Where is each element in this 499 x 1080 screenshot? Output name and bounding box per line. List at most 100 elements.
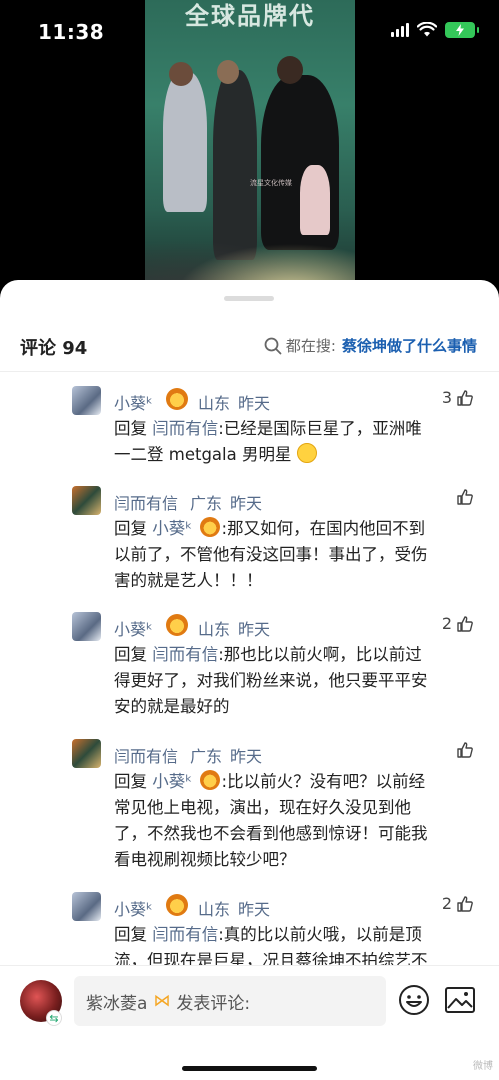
- reply-location: 广东: [190, 747, 223, 766]
- lion-emoji: [166, 614, 188, 636]
- avatar[interactable]: [72, 386, 101, 415]
- reply-author[interactable]: 闫而有信: [114, 743, 178, 767]
- like-button[interactable]: [452, 488, 474, 506]
- reply-text: 回复 小葵ᵏ :比以前火？没有吧？以前经 常见他上电视，演出，现在好久没见到他 …: [114, 769, 474, 873]
- bow-icon: ⋈: [153, 991, 171, 1011]
- reply-text: 回复 小葵ᵏ :那又如何，在国内他回不到 以前了，不管他有没这回事！事出了，受伤…: [114, 516, 474, 594]
- status-bar: 11:38: [0, 0, 499, 62]
- avatar[interactable]: [72, 892, 101, 921]
- reply-location: 山东: [198, 394, 231, 413]
- refresh-badge-icon: ⇆: [46, 1010, 62, 1026]
- thumbs-up-icon: [457, 895, 473, 912]
- comment-composer-bar: ⇆ 紫冰菱a ⋈ 发表评论: 微博: [0, 965, 499, 1080]
- like-button[interactable]: 3: [442, 388, 474, 407]
- composer-username: 紫冰菱a: [86, 993, 148, 1014]
- reply-time: 昨天: [238, 620, 271, 639]
- reply-line: 得更好了，对我们粉丝来说，他只要平平安: [114, 671, 428, 690]
- like-button[interactable]: 2: [442, 614, 474, 633]
- like-count: 3: [441, 388, 452, 407]
- cellular-signal-icon: [391, 23, 409, 37]
- like-count: 2: [441, 894, 452, 913]
- reply-time: 昨天: [238, 394, 271, 413]
- figure-pink: [300, 165, 330, 235]
- avatar[interactable]: [72, 739, 101, 768]
- reply-line: 害的就是艺人！！！: [114, 571, 263, 590]
- lion-emoji: [199, 517, 220, 537]
- reply-location: 山东: [198, 900, 231, 919]
- search-icon: [264, 337, 282, 354]
- reply-item[interactable]: 小葵ᵏ 山东 昨天 2 回复 闫而有信:真的比以前火哦，以前是顶 流，但现在是巨…: [72, 892, 482, 974]
- trending-search[interactable]: 都在搜: 蔡徐坤做了什么事情: [264, 335, 477, 356]
- thumbs-up-icon: [457, 615, 473, 632]
- sheet-grabber[interactable]: [224, 296, 274, 301]
- avatar[interactable]: [72, 612, 101, 641]
- reply-author[interactable]: 小葵ᵏ: [114, 896, 153, 920]
- search-prefix: 都在搜:: [285, 337, 336, 355]
- reply-author[interactable]: 小葵ᵏ: [114, 390, 153, 414]
- search-query[interactable]: 蔡徐坤做了什么事情: [342, 335, 477, 356]
- reply-line: :比以前火？没有吧？以前经: [221, 772, 426, 791]
- lion-emoji: [166, 388, 188, 410]
- status-icons: [391, 22, 479, 38]
- like-button[interactable]: 2: [442, 894, 474, 913]
- reply-line: 一二登 metgala 男明星: [114, 445, 292, 464]
- comment-header: 评论 94 都在搜: 蔡徐坤做了什么事情: [0, 328, 499, 368]
- reply-line: 以前了，不管他有没这回事！事出了，受伤: [114, 545, 428, 564]
- reply-time: 昨天: [230, 747, 263, 766]
- like-count: 2: [441, 614, 452, 633]
- figure-head: [169, 62, 193, 86]
- lion-emoji: [199, 770, 220, 790]
- battery-charging-icon: [445, 22, 479, 38]
- reply-mention[interactable]: 小葵ᵏ: [152, 772, 192, 791]
- reply-mention[interactable]: 小葵ᵏ: [152, 519, 192, 538]
- like-button[interactable]: [452, 741, 474, 759]
- image-icon[interactable]: [444, 986, 476, 1014]
- thumbs-up-icon: [457, 742, 473, 758]
- reply-author[interactable]: 小葵ᵏ: [114, 616, 153, 640]
- reply-item[interactable]: 闫而有信 广东 昨天 回复 小葵ᵏ :比以前火？没有吧？以前经 常见他上电视，演…: [72, 739, 482, 873]
- reply-mention[interactable]: 闫而有信: [152, 925, 218, 944]
- reply-item[interactable]: 小葵ᵏ 山东 昨天 3 回复 闫而有信:已经是国际巨星了，亚洲唯 一二登 met…: [72, 386, 482, 468]
- reply-location: 山东: [198, 620, 231, 639]
- comment-sheet: 评论 94 都在搜: 蔡徐坤做了什么事情 小葵ᵏ 山东 昨天 3 回复 闫而有信…: [0, 280, 499, 1080]
- reply-mention[interactable]: 闫而有信: [152, 419, 218, 438]
- lion-emoji: [166, 894, 188, 916]
- comment-input[interactable]: 紫冰菱a ⋈ 发表评论:: [74, 976, 386, 1026]
- reply-prefix: 回复: [114, 772, 147, 791]
- avatar[interactable]: [72, 486, 101, 515]
- comment-count: 评论 94: [20, 338, 88, 359]
- grin-emoji: [296, 443, 317, 463]
- reply-time: 昨天: [230, 494, 263, 513]
- figure-head: [217, 60, 239, 84]
- reply-item[interactable]: 小葵ᵏ 山东 昨天 2 回复 闫而有信:那也比以前火啊，比以前过 得更好了，对我…: [72, 612, 482, 720]
- reply-text: 回复 闫而有信:已经是国际巨星了，亚洲唯 一二登 metgala 男明星: [114, 416, 474, 468]
- reply-author[interactable]: 闫而有信: [114, 490, 178, 514]
- reply-prefix: 回复: [114, 925, 147, 944]
- reply-prefix: 回复: [114, 645, 147, 664]
- reply-mention[interactable]: 闫而有信: [152, 645, 218, 664]
- wifi-icon: [417, 22, 437, 37]
- header-divider: [0, 371, 499, 372]
- thumbs-up-icon: [457, 489, 473, 505]
- reply-line: :那也比以前火啊，比以前过: [218, 645, 422, 664]
- weibo-watermark: 微博: [473, 1061, 493, 1072]
- reply-line: 安的就是最好的: [114, 697, 230, 716]
- reply-line: 看电视刷视频比较少吧？: [114, 850, 296, 869]
- reply-line: :那又如何，在国内他回不到: [221, 519, 426, 538]
- thumbs-up-icon: [457, 389, 473, 406]
- reply-time: 昨天: [238, 900, 271, 919]
- reply-prefix: 回复: [114, 419, 147, 438]
- reply-line: :已经是国际巨星了，亚洲唯: [218, 419, 422, 438]
- emoji-icon[interactable]: [398, 984, 430, 1016]
- status-time: 11:38: [38, 20, 105, 44]
- video-watermark: 流星文化传媒: [250, 179, 292, 187]
- reply-line: :真的比以前火哦，以前是顶: [218, 925, 422, 944]
- reply-item[interactable]: 闫而有信 广东 昨天 回复 小葵ᵏ :那又如何，在国内他回不到 以前了，不管他有…: [72, 486, 482, 594]
- reply-line: 了，不然我也不会看到他感到惊讶！可能我: [114, 824, 428, 843]
- reply-text: 回复 闫而有信:那也比以前火啊，比以前过 得更好了，对我们粉丝来说，他只要平平安…: [114, 642, 474, 720]
- composer-placeholder: 发表评论:: [176, 993, 251, 1014]
- reply-line: 常见他上电视，演出，现在好久没见到他: [114, 798, 411, 817]
- figure-grey-suit: [163, 72, 207, 212]
- home-indicator[interactable]: [182, 1066, 317, 1071]
- reply-prefix: 回复: [114, 519, 147, 538]
